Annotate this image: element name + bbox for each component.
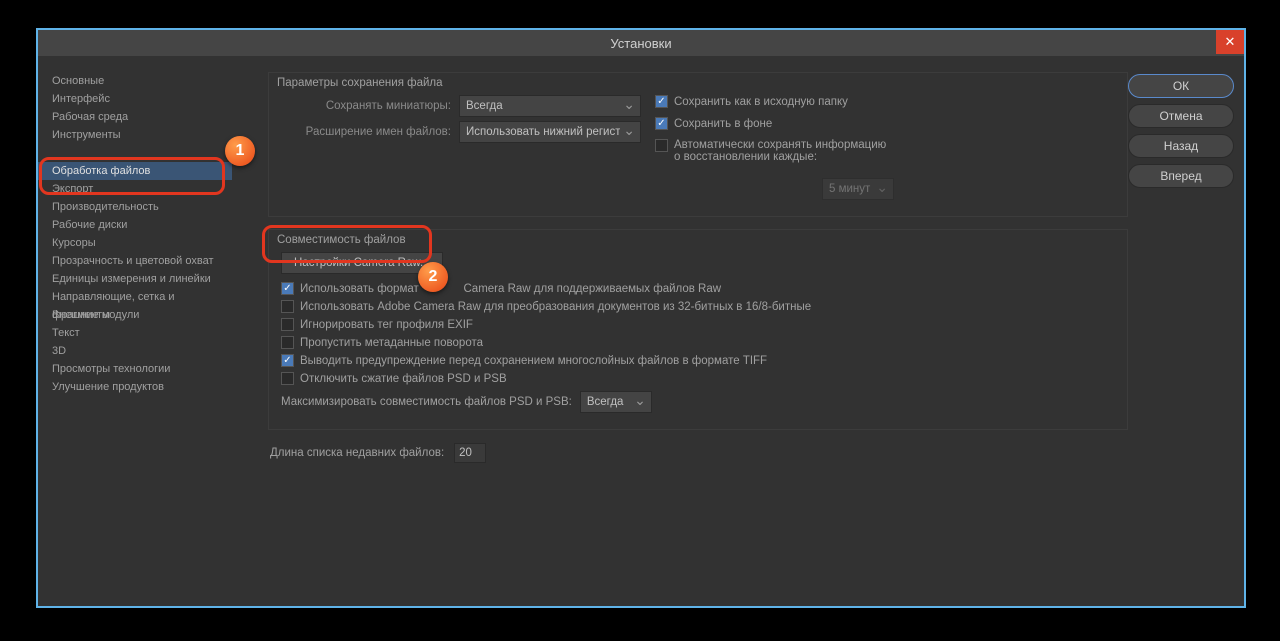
chk-auto-save-label: Автоматически сохранять информацию о вос… bbox=[674, 139, 894, 163]
sidebar-item-3d[interactable]: 3D bbox=[52, 342, 228, 360]
sidebar-item-text[interactable]: Текст bbox=[52, 324, 228, 342]
sidebar: Основные Интерфейс Рабочая среда Инструм… bbox=[38, 56, 228, 606]
ok-button[interactable]: ОК bbox=[1128, 74, 1234, 98]
chk-skip-rotation-label: Пропустить метаданные поворота bbox=[300, 337, 483, 349]
ext-select[interactable]: Использовать нижний регистр bbox=[459, 121, 641, 143]
action-buttons: ОК Отмена Назад Вперед bbox=[1128, 72, 1234, 606]
chk-tiff-warn-label: Выводить предупреждение перед сохранение… bbox=[300, 355, 767, 367]
content: Основные Интерфейс Рабочая среда Инструм… bbox=[38, 56, 1244, 606]
group-title-compat: Совместимость файлов bbox=[277, 234, 1115, 246]
chk-tiff-warn[interactable] bbox=[281, 354, 294, 367]
group-title-saving: Параметры сохранения файла bbox=[277, 77, 1115, 89]
sidebar-item-cursors[interactable]: Курсоры bbox=[52, 234, 228, 252]
chk-disable-psd-compress[interactable] bbox=[281, 372, 294, 385]
chk-auto-save[interactable] bbox=[655, 139, 668, 152]
cancel-button[interactable]: Отмена bbox=[1128, 104, 1234, 128]
chk-disable-psd-compress-label: Отключить сжатие файлов PSD и PSB bbox=[300, 373, 507, 385]
chk-save-original[interactable] bbox=[655, 95, 668, 108]
recent-input[interactable] bbox=[454, 443, 486, 463]
close-button[interactable]: ✕ bbox=[1216, 30, 1244, 54]
sidebar-item-tools[interactable]: Инструменты bbox=[52, 126, 228, 144]
sidebar-item-tech-preview[interactable]: Просмотры технологии bbox=[52, 360, 228, 378]
sidebar-item-transparency[interactable]: Прозрачность и цветовой охват bbox=[52, 252, 228, 270]
main-panel: Параметры сохранения файла Сохранять мин… bbox=[228, 56, 1244, 606]
max-compat-select[interactable]: Всегда bbox=[580, 391, 652, 413]
preferences-window: Установки ✕ Основные Интерфейс Рабочая с… bbox=[36, 28, 1246, 608]
chk-skip-rotation[interactable] bbox=[281, 336, 294, 349]
sidebar-item-file-handling[interactable]: Обработка файлов bbox=[38, 162, 232, 180]
window-title: Установки bbox=[610, 36, 671, 51]
ext-label: Расширение имен файлов: bbox=[281, 126, 451, 138]
chk-raw-supported-label: Использовать формат Camera Raw для подде… bbox=[300, 283, 721, 295]
sidebar-item-interface[interactable]: Интерфейс bbox=[52, 90, 228, 108]
sidebar-item-general[interactable]: Основные bbox=[52, 72, 228, 90]
back-button[interactable]: Назад bbox=[1128, 134, 1234, 158]
sidebar-item-performance[interactable]: Производительность bbox=[52, 198, 228, 216]
file-saving-group: Параметры сохранения файла Сохранять мин… bbox=[268, 72, 1128, 217]
chk-raw-supported[interactable] bbox=[281, 282, 294, 295]
chk-save-bg[interactable] bbox=[655, 117, 668, 130]
sidebar-item-product-improvement[interactable]: Улучшение продуктов bbox=[52, 378, 228, 396]
max-compat-label: Максимизировать совместимость файлов PSD… bbox=[281, 396, 572, 408]
thumb-select[interactable]: Всегда bbox=[459, 95, 641, 117]
auto-interval-select[interactable]: 5 минут bbox=[822, 178, 894, 200]
sidebar-item-workspace[interactable]: Рабочая среда bbox=[52, 108, 228, 126]
close-icon: ✕ bbox=[1225, 34, 1236, 50]
annotation-badge-1: 1 bbox=[225, 136, 255, 166]
thumb-label: Сохранять миниатюры: bbox=[281, 100, 451, 112]
sidebar-item-units[interactable]: Единицы измерения и линейки bbox=[52, 270, 228, 288]
annotation-badge-2: 2 bbox=[418, 262, 448, 292]
sidebar-item-guides[interactable]: Направляющие, сетка и фрагменты bbox=[52, 288, 228, 306]
sidebar-item-plugins[interactable]: Внешние модули bbox=[52, 306, 228, 324]
chk-ignore-exif[interactable] bbox=[281, 318, 294, 331]
chk-save-bg-label: Сохранить в фоне bbox=[674, 118, 772, 130]
titlebar[interactable]: Установки ✕ bbox=[38, 30, 1244, 56]
chk-raw-32bit[interactable] bbox=[281, 300, 294, 313]
sidebar-item-export[interactable]: Экспорт bbox=[52, 180, 228, 198]
chk-ignore-exif-label: Игнорировать тег профиля EXIF bbox=[300, 319, 473, 331]
forward-button[interactable]: Вперед bbox=[1128, 164, 1234, 188]
file-compat-group: Совместимость файлов Настройки Camera Ra… bbox=[268, 229, 1128, 430]
recent-label: Длина списка недавних файлов: bbox=[270, 447, 444, 459]
chk-save-original-label: Сохранить как в исходную папку bbox=[674, 96, 848, 108]
chk-raw-32bit-label: Использовать Adobe Camera Raw для преобр… bbox=[300, 301, 811, 313]
sidebar-item-scratch[interactable]: Рабочие диски bbox=[52, 216, 228, 234]
